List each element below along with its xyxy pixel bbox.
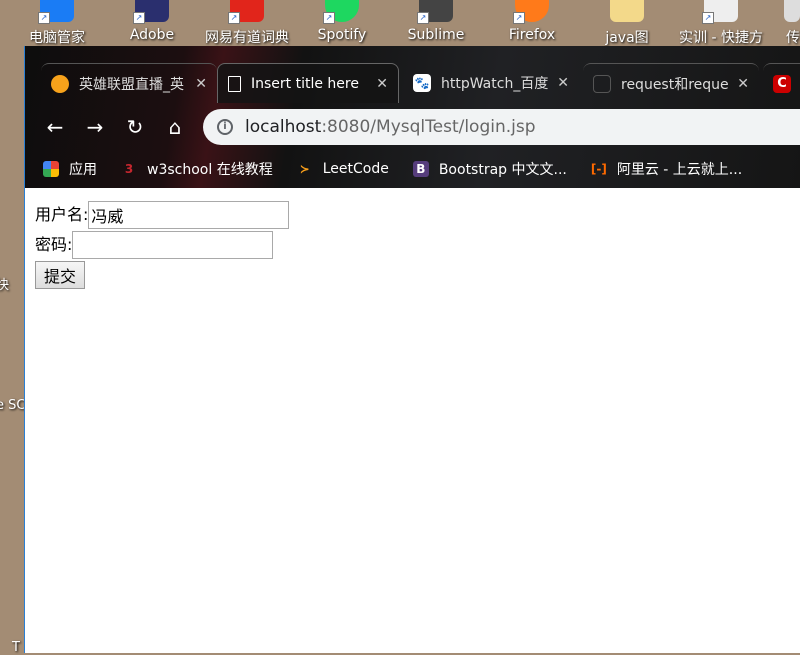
page-content: 用户名: 密码: 提交	[25, 188, 800, 301]
aliyun-icon: [-]	[590, 162, 607, 176]
back-button[interactable]: ←	[35, 115, 75, 139]
tab-insert-title[interactable]: Insert title here ✕	[217, 63, 399, 103]
reload-button[interactable]: ↻	[115, 115, 155, 139]
password-label: 密码:	[35, 235, 73, 254]
tab-csdn[interactable]: C	[763, 63, 800, 103]
address-bar[interactable]: i localhost:8080/MysqlTest/login.jsp	[203, 108, 800, 145]
password-input[interactable]	[72, 230, 274, 259]
desktop-icon-sublime[interactable]: ↗ Sublime	[391, 0, 481, 43]
username-label: 用户名:	[35, 205, 89, 224]
bookmark-leetcode[interactable]: ≻ LeetCode	[297, 161, 389, 177]
bookmark-bootstrap[interactable]: B Bootstrap 中文文...	[412, 159, 567, 179]
desktop: ↗ 电脑管家 ↗ Adobe ↗ 网易有道词典 ↗ Spotify ↗ Sublime ↗…	[0, 0, 800, 46]
desktop-text-fragment: e SC	[0, 398, 26, 413]
close-icon[interactable]: ✕	[376, 76, 388, 92]
apps-icon	[43, 161, 59, 177]
close-icon[interactable]: ✕	[195, 76, 207, 92]
desktop-icon-java-folder[interactable]: java图	[582, 0, 672, 47]
csdn-icon: C	[773, 74, 791, 93]
desktop-icon-partial[interactable]: 传	[760, 0, 800, 47]
desktop-icon-spotify[interactable]: ↗ Spotify	[297, 0, 387, 43]
submit-button[interactable]: 提交	[35, 260, 86, 289]
desktop-text-fragment: 快	[0, 278, 10, 293]
home-button[interactable]: ⌂	[155, 115, 195, 139]
tab-strip: 英雄联盟直播_英 ✕ Insert title here ✕ 🐾 httpWatch_…	[25, 46, 800, 103]
tab-request[interactable]: request和request✕	[583, 63, 759, 103]
tab-huya[interactable]: 英雄联盟直播_英 ✕	[41, 63, 217, 103]
info-icon: i	[217, 118, 233, 135]
desktop-icon-firefox[interactable]: ↗ Firefox	[487, 0, 577, 43]
forward-button[interactable]: →	[75, 115, 115, 139]
document-icon	[228, 75, 241, 92]
bootstrap-icon: B	[412, 161, 429, 177]
desktop-icon-pc-manager[interactable]: ↗ 电脑管家	[12, 0, 102, 47]
huya-icon	[51, 74, 69, 93]
desktop-icon-adobe[interactable]: ↗ Adobe	[107, 0, 197, 43]
close-icon[interactable]: ✕	[557, 75, 569, 91]
site-icon	[593, 74, 611, 93]
username-input[interactable]	[88, 200, 290, 229]
bookmarks-bar: 应用 3 w3school 在线教程 ≻ LeetCode B Bootstrap 中…	[25, 150, 800, 188]
tab-httpwatch[interactable]: 🐾 httpWatch_百度 ✕	[403, 63, 579, 103]
leetcode-icon: ≻	[299, 162, 310, 176]
toolbar: ← → ↻ ⌂ i localhost:8080/MysqlTest/login.…	[25, 103, 800, 150]
bookmark-aliyun[interactable]: [-] 阿里云 - 上云就上...	[591, 159, 742, 179]
browser-window: 英雄联盟直播_英 ✕ Insert title here ✕ 🐾 httpWatch_…	[24, 46, 800, 653]
login-form: 用户名: 密码: 提交	[35, 200, 790, 289]
bookmark-apps[interactable]: 应用	[43, 159, 97, 179]
bookmark-w3school[interactable]: 3 w3school 在线教程	[121, 159, 273, 179]
close-icon[interactable]: ✕	[737, 76, 749, 92]
desktop-icon-youdao[interactable]: ↗ 网易有道词典	[202, 0, 292, 47]
desktop-icon-shixun[interactable]: ↗ 实训 - 快捷方	[676, 0, 766, 47]
baidu-icon: 🐾	[413, 74, 431, 92]
w3school-icon: 3	[124, 162, 134, 176]
